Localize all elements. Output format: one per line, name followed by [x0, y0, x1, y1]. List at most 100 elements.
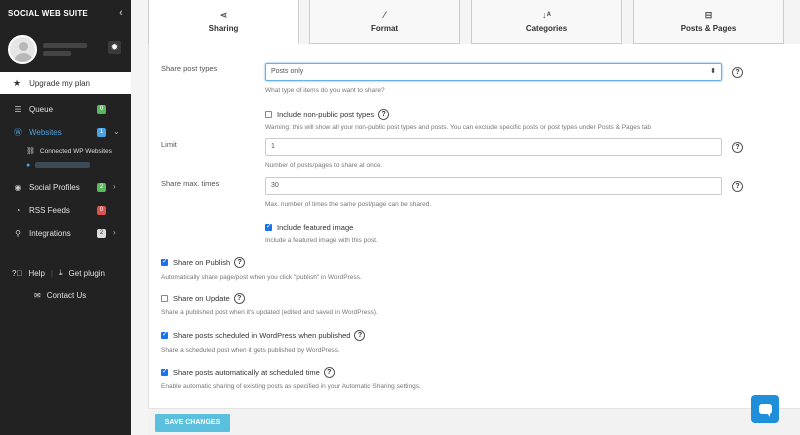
- update-help: Share a published post when it's updated…: [161, 309, 378, 316]
- tab-categories[interactable]: ↓ᴬ Categories: [471, 0, 622, 44]
- queue-badge: 0: [97, 105, 106, 114]
- chevron-right-icon: ›: [113, 182, 116, 191]
- globe-icon: ◉: [14, 183, 22, 192]
- wordpress-icon: Ⓦ: [14, 128, 22, 137]
- auto-label: Share posts automatically at scheduled t…: [173, 368, 320, 377]
- update-checkbox-row[interactable]: Share on Update ?: [161, 293, 245, 304]
- sidebar-item-integrations[interactable]: ⚲ Integrations 2 ›: [0, 222, 131, 245]
- chat-button[interactable]: [751, 395, 779, 423]
- help-icon[interactable]: ?: [233, 293, 245, 304]
- help-link[interactable]: Help: [28, 269, 44, 278]
- chevron-right-icon: ›: [113, 228, 116, 237]
- limit-label: Limit: [161, 140, 177, 149]
- collapse-chevron-icon[interactable]: ‹: [119, 7, 123, 19]
- sidebar-item-queue[interactable]: ☰ Queue 0: [0, 98, 131, 121]
- sidebar-subitem-connected[interactable]: ⛓ Connected WP Websites: [0, 144, 131, 158]
- auto-checkbox[interactable]: [161, 367, 168, 376]
- gear-icon[interactable]: ✹: [108, 41, 121, 54]
- sidebar-item-label: Integrations: [29, 229, 71, 238]
- help-icon[interactable]: ?: [732, 67, 743, 78]
- publish-label: Share on Publish: [173, 258, 231, 267]
- profile-name-blurred: [43, 40, 87, 59]
- tab-label: Posts & Pages: [680, 24, 737, 33]
- scheduled-checkbox[interactable]: [161, 330, 168, 339]
- post-types-value: Posts only: [271, 68, 304, 75]
- limit-input[interactable]: 1: [265, 138, 722, 156]
- nonpublic-checkbox-row[interactable]: Include non-public post types ?: [265, 109, 390, 120]
- auto-checkbox-row[interactable]: Share posts automatically at scheduled t…: [161, 367, 335, 378]
- post-types-select[interactable]: Posts only ⬍: [265, 63, 722, 81]
- tab-label: Format: [370, 24, 399, 33]
- publish-checkbox-row[interactable]: Share on Publish ?: [161, 257, 246, 268]
- sort-alpha-icon: ↓ᴬ: [542, 10, 551, 20]
- sidebar-item-rss-feeds[interactable]: ◔ RSS Feeds 0: [0, 199, 131, 222]
- sidebar-item-label: Social Profiles: [29, 183, 80, 192]
- list-icon: ☰: [14, 105, 22, 114]
- download-icon: ⤓: [58, 268, 63, 277]
- sidebar-footer-row: ?⃝ Help | ⤓ Get plugin: [12, 268, 105, 278]
- help-icon[interactable]: ?: [234, 257, 246, 268]
- help-icon[interactable]: ?: [378, 109, 390, 120]
- sidebar-subitem-website[interactable]: ●: [0, 158, 131, 172]
- sidebar-item-label: Queue: [29, 105, 54, 114]
- help-icon[interactable]: ?: [354, 330, 366, 341]
- update-checkbox[interactable]: [161, 295, 168, 302]
- max-times-input[interactable]: 30: [265, 177, 722, 195]
- featured-checkbox[interactable]: [265, 222, 272, 231]
- limit-help: Number of posts/pages to share at once.: [265, 162, 383, 169]
- minus-square-icon: ⊟: [704, 10, 713, 20]
- brand-title: SOCIAL WEB SUITE: [8, 8, 88, 18]
- profile: ✹: [0, 26, 131, 72]
- tab-posts-pages[interactable]: ⊟ Posts & Pages: [633, 0, 784, 44]
- help-icon[interactable]: ?: [732, 142, 743, 153]
- max-times-help: Max. number of times the same post/page …: [265, 201, 432, 208]
- publish-checkbox[interactable]: [161, 257, 168, 266]
- scheduled-checkbox-row[interactable]: Share posts scheduled in WordPress when …: [161, 330, 366, 341]
- form-footer: SAVE CHANGES: [148, 408, 800, 435]
- limit-value: 1: [271, 143, 275, 150]
- envelope-icon: ✉: [34, 290, 41, 300]
- share-icon: ⋖: [219, 10, 228, 20]
- plug-icon: ⚲: [15, 229, 21, 238]
- rss-badge: 0: [97, 206, 106, 215]
- get-plugin-link[interactable]: Get plugin: [69, 269, 105, 278]
- help-icon[interactable]: ?: [323, 367, 335, 378]
- max-times-value: 30: [271, 182, 279, 189]
- post-types-label: Share post types: [161, 64, 218, 73]
- chevron-down-icon: ⌄: [113, 127, 120, 136]
- nonpublic-label: Include non-public post types: [277, 110, 375, 119]
- featured-label: Include featured image: [277, 223, 354, 232]
- max-times-label: Share max. times: [161, 179, 220, 188]
- sharing-panel: Share post types Posts only ⬍ ? What typ…: [148, 44, 800, 413]
- select-caret-icon: ⬍: [710, 68, 716, 75]
- featured-checkbox-row[interactable]: Include featured image: [265, 222, 354, 232]
- update-label: Share on Update: [173, 294, 230, 303]
- nonpublic-checkbox[interactable]: [265, 111, 272, 118]
- link-icon: ⛓: [26, 148, 35, 155]
- magic-wand-icon: ⁄: [383, 10, 386, 20]
- main-content: ⋖ Sharing ⁄ Format ↓ᴬ Categories ⊟ Posts…: [131, 0, 800, 435]
- website-name-blurred: [35, 162, 91, 168]
- sidebar-subitem-label: Connected WP Websites: [39, 147, 112, 155]
- help-icon[interactable]: ?: [732, 181, 743, 192]
- sidebar-item-websites[interactable]: Ⓦ Websites 1 ⌄: [0, 121, 131, 144]
- sidebar-item-label: Websites: [29, 128, 62, 137]
- avatar[interactable]: [8, 34, 37, 64]
- question-circle-icon: ?⃝: [12, 268, 23, 278]
- contact-link: Contact Us: [46, 290, 87, 300]
- contact-row[interactable]: ✉ Contact Us: [0, 284, 131, 306]
- integrations-badge: 2: [97, 229, 106, 238]
- scheduled-label: Share posts scheduled in WordPress when …: [173, 331, 351, 340]
- rss-icon: ◔: [15, 206, 21, 215]
- save-changes-button[interactable]: SAVE CHANGES: [155, 414, 230, 432]
- featured-help: Include a featured image with this post.: [265, 237, 378, 244]
- upgrade-plan-link[interactable]: ★ Upgrade my plan: [0, 72, 131, 94]
- sidebar-item-social-profiles[interactable]: ◉ Social Profiles 2 ›: [0, 176, 131, 199]
- brand-bar: SOCIAL WEB SUITE ‹: [0, 0, 131, 26]
- tab-sharing[interactable]: ⋖ Sharing: [148, 0, 299, 45]
- tab-label: Sharing: [208, 24, 239, 33]
- scheduled-help: Share a scheduled post when it gets publ…: [161, 347, 340, 354]
- social-badge: 2: [97, 183, 106, 192]
- star-icon: ★: [13, 77, 22, 88]
- tab-format[interactable]: ⁄ Format: [309, 0, 460, 44]
